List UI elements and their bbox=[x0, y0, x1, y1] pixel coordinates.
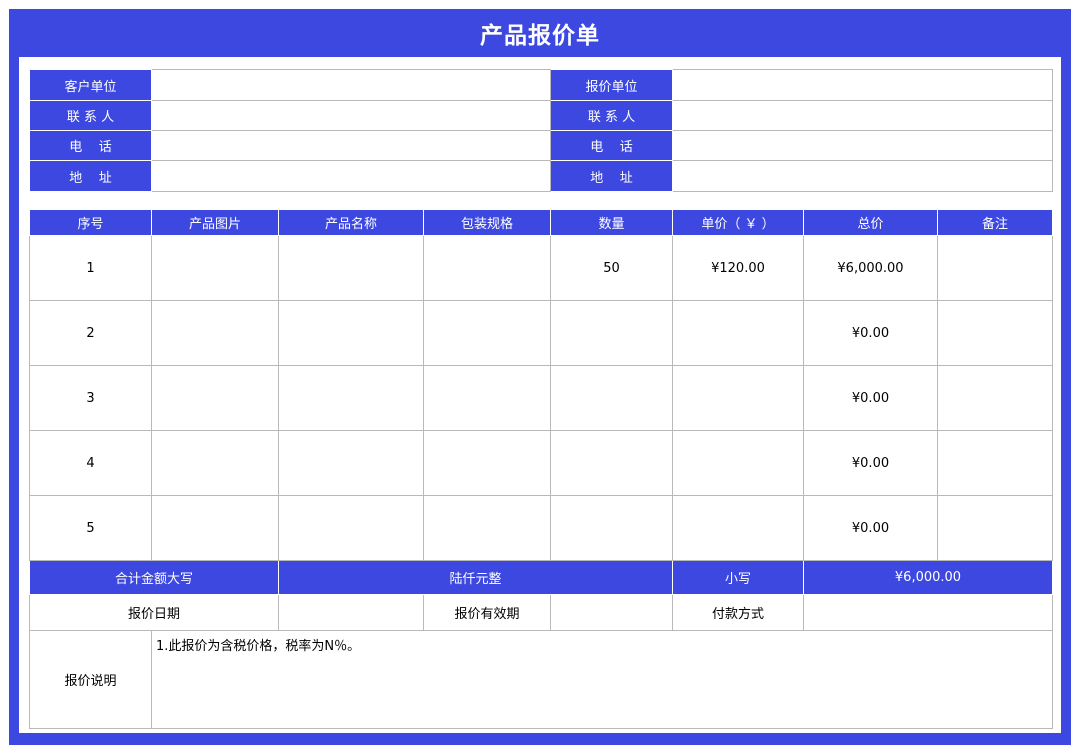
row-remark-cell[interactable] bbox=[937, 430, 1053, 496]
meta-row: 报价日期 报价有效期 付款方式 bbox=[29, 594, 1053, 631]
row-price-cell[interactable]: ¥120.00 bbox=[672, 235, 804, 301]
row-name-cell[interactable] bbox=[278, 430, 424, 496]
quoting-address-field[interactable] bbox=[672, 160, 1053, 192]
row-remark-cell[interactable] bbox=[937, 300, 1053, 366]
notes-row: 报价说明 1.此报价为含税价格，税率为N％。 bbox=[29, 630, 1053, 729]
row-spec-cell[interactable] bbox=[423, 430, 551, 496]
row-total-cell: ¥0.00 bbox=[803, 495, 938, 561]
info-row: 地 址 地 址 bbox=[29, 160, 1053, 192]
row-remark-cell[interactable] bbox=[937, 235, 1053, 301]
row-image-cell[interactable] bbox=[151, 495, 279, 561]
row-name-cell[interactable] bbox=[278, 495, 424, 561]
quoting-unit-label: 报价单位 bbox=[550, 69, 673, 101]
row-name-cell[interactable] bbox=[278, 235, 424, 301]
col-header-price: 单价（ ￥ ） bbox=[672, 209, 804, 236]
customer-unit-label: 客户单位 bbox=[29, 69, 152, 101]
row-no: 4 bbox=[29, 430, 152, 496]
items-table: 序号 产品图片 产品名称 包装规格 数量 单价（ ￥ ） 总价 备注 1 50 … bbox=[29, 209, 1053, 729]
customer-address-field[interactable] bbox=[151, 160, 551, 192]
row-price-cell[interactable] bbox=[672, 365, 804, 431]
row-no: 1 bbox=[29, 235, 152, 301]
customer-contact-label: 联 系 人 bbox=[29, 100, 152, 131]
quote-date-label: 报价日期 bbox=[29, 594, 279, 631]
customer-contact-field[interactable] bbox=[151, 100, 551, 131]
quote-validity-field[interactable] bbox=[550, 594, 673, 631]
row-qty-cell[interactable]: 50 bbox=[550, 235, 673, 301]
totals-row: 合计金额大写 陆仟元整 小写 ¥6,000.00 bbox=[29, 560, 1053, 595]
quoting-phone-label: 电 话 bbox=[550, 130, 673, 161]
row-spec-cell[interactable] bbox=[423, 495, 551, 561]
row-total-cell: ¥6,000.00 bbox=[803, 235, 938, 301]
table-row: 2 ¥0.00 bbox=[29, 300, 1053, 366]
table-row: 1 50 ¥120.00 ¥6,000.00 bbox=[29, 235, 1053, 301]
row-image-cell[interactable] bbox=[151, 300, 279, 366]
quote-notes-label: 报价说明 bbox=[29, 630, 152, 729]
row-no: 3 bbox=[29, 365, 152, 431]
row-total-cell: ¥0.00 bbox=[803, 365, 938, 431]
row-price-cell[interactable] bbox=[672, 300, 804, 366]
customer-unit-field[interactable] bbox=[151, 69, 551, 101]
col-header-name: 产品名称 bbox=[278, 209, 424, 236]
customer-phone-label: 电 话 bbox=[29, 130, 152, 161]
total-lowercase-label: 小写 bbox=[672, 560, 804, 595]
total-uppercase-label: 合计金额大写 bbox=[29, 560, 279, 595]
quote-notes-text[interactable]: 1.此报价为含税价格，税率为N％。 bbox=[151, 630, 1053, 729]
row-spec-cell[interactable] bbox=[423, 235, 551, 301]
row-remark-cell[interactable] bbox=[937, 495, 1053, 561]
quoting-address-label: 地 址 bbox=[550, 160, 673, 192]
total-uppercase-value: 陆仟元整 bbox=[278, 560, 673, 595]
info-row: 电 话 电 话 bbox=[29, 130, 1053, 161]
row-image-cell[interactable] bbox=[151, 235, 279, 301]
col-header-no: 序号 bbox=[29, 209, 152, 236]
quoting-unit-field[interactable] bbox=[672, 69, 1053, 101]
row-image-cell[interactable] bbox=[151, 430, 279, 496]
row-spec-cell[interactable] bbox=[423, 300, 551, 366]
info-row: 客户单位 报价单位 bbox=[29, 69, 1053, 101]
quoting-phone-field[interactable] bbox=[672, 130, 1053, 161]
customer-address-label: 地 址 bbox=[29, 160, 152, 192]
row-spec-cell[interactable] bbox=[423, 365, 551, 431]
row-remark-cell[interactable] bbox=[937, 365, 1053, 431]
table-row: 4 ¥0.00 bbox=[29, 430, 1053, 496]
col-header-qty: 数量 bbox=[550, 209, 673, 236]
row-total-cell: ¥0.00 bbox=[803, 300, 938, 366]
total-lowercase-value: ¥6,000.00 bbox=[803, 560, 1053, 595]
row-price-cell[interactable] bbox=[672, 495, 804, 561]
payment-method-label: 付款方式 bbox=[672, 594, 804, 631]
table-row: 3 ¥0.00 bbox=[29, 365, 1053, 431]
row-no: 2 bbox=[29, 300, 152, 366]
items-header-row: 序号 产品图片 产品名称 包装规格 数量 单价（ ￥ ） 总价 备注 bbox=[29, 209, 1053, 236]
quote-date-field[interactable] bbox=[278, 594, 424, 631]
page-title: 产品报价单 bbox=[480, 23, 600, 49]
col-header-spec: 包装规格 bbox=[423, 209, 551, 236]
row-image-cell[interactable] bbox=[151, 365, 279, 431]
quotation-frame: 产品报价单 客户单位 报价单位 联 系 人 联 系 人 电 话 电 话 地 址 … bbox=[9, 9, 1071, 745]
row-qty-cell[interactable] bbox=[550, 495, 673, 561]
quoting-contact-field[interactable] bbox=[672, 100, 1053, 131]
row-price-cell[interactable] bbox=[672, 430, 804, 496]
quotation-sheet: 客户单位 报价单位 联 系 人 联 系 人 电 话 电 话 地 址 地 址 序号… bbox=[19, 57, 1061, 733]
info-row: 联 系 人 联 系 人 bbox=[29, 100, 1053, 131]
col-header-remark: 备注 bbox=[937, 209, 1053, 236]
col-header-total: 总价 bbox=[803, 209, 938, 236]
payment-method-field[interactable] bbox=[803, 594, 1053, 631]
row-total-cell: ¥0.00 bbox=[803, 430, 938, 496]
row-name-cell[interactable] bbox=[278, 300, 424, 366]
customer-phone-field[interactable] bbox=[151, 130, 551, 161]
table-row: 5 ¥0.00 bbox=[29, 495, 1053, 561]
row-no: 5 bbox=[29, 495, 152, 561]
col-header-image: 产品图片 bbox=[151, 209, 279, 236]
quote-validity-label: 报价有效期 bbox=[423, 594, 551, 631]
quoting-contact-label: 联 系 人 bbox=[550, 100, 673, 131]
row-qty-cell[interactable] bbox=[550, 430, 673, 496]
row-qty-cell[interactable] bbox=[550, 365, 673, 431]
row-name-cell[interactable] bbox=[278, 365, 424, 431]
row-qty-cell[interactable] bbox=[550, 300, 673, 366]
contact-info-table: 客户单位 报价单位 联 系 人 联 系 人 电 话 电 话 地 址 地 址 bbox=[29, 69, 1053, 192]
